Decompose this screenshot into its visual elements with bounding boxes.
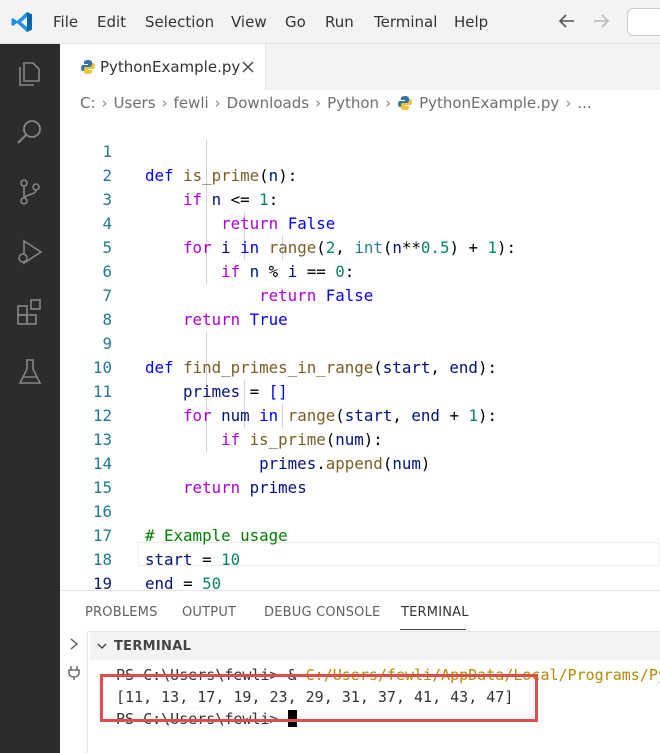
menu-selection[interactable]: Selection — [145, 13, 214, 31]
code-line: 6 return False — [60, 236, 660, 305]
chevron-right-icon: › — [385, 94, 392, 112]
tab-output[interactable]: OUTPUT — [182, 605, 236, 620]
breadcrumb: C: › Users › fewli › Downloads › Python … — [80, 92, 592, 114]
code-line: 9 def find_primes_in_range(start, end): — [60, 308, 660, 377]
code-line: 12 if is_prime(num): — [60, 380, 660, 449]
breadcrumb-drive[interactable]: C: — [80, 94, 96, 112]
tab-problems[interactable]: PROBLEMS — [85, 605, 158, 620]
breadcrumb-downloads[interactable]: Downloads — [227, 94, 309, 112]
python-file-icon — [81, 60, 95, 74]
terminal-section-header[interactable]: TERMINAL — [90, 632, 660, 660]
code-line: 8 — [60, 284, 660, 329]
plug-icon[interactable] — [66, 665, 82, 681]
testing-icon[interactable] — [14, 356, 46, 388]
breadcrumb-python[interactable]: Python — [327, 94, 379, 112]
code-line: 1 def is_prime(n): — [60, 116, 660, 185]
chevron-right-icon: › — [315, 94, 322, 112]
breadcrumb-more[interactable]: ... — [577, 94, 591, 112]
code-line: 10 primes = [] — [60, 332, 660, 401]
code-line: 15 — [60, 452, 660, 497]
code-line: 4 for i in range(2, int(n**0.5) + 1): — [60, 188, 660, 257]
output-highlight-annotation — [100, 674, 538, 722]
code-line: 19 print(find_primes_in_range(start, end… — [60, 548, 660, 617]
search-icon[interactable] — [14, 116, 46, 148]
tab-label: PythonExample.py — [100, 58, 241, 76]
chevron-right-icon: › — [565, 94, 572, 112]
forward-arrow-icon[interactable] — [590, 10, 612, 32]
chevron-right-icon: › — [161, 94, 168, 112]
code-line: 13 primes.append(num) — [60, 404, 660, 473]
code-line: 3 return False — [60, 164, 660, 233]
command-center[interactable] — [627, 8, 660, 36]
code-line: 5 if n % i == 0: — [60, 212, 660, 281]
activity-bar — [0, 44, 60, 753]
code-line: 2 if n <= 1: — [60, 140, 660, 209]
extensions-icon[interactable] — [14, 296, 46, 328]
menu-run[interactable]: Run — [325, 13, 354, 31]
python-file-icon — [398, 96, 413, 110]
breadcrumb-fewli[interactable]: fewli — [174, 94, 209, 112]
chevron-right-icon: › — [101, 94, 108, 112]
chevron-down-icon — [97, 643, 107, 649]
chevron-right-icon[interactable] — [68, 637, 80, 651]
vscode-logo-icon — [11, 12, 32, 32]
explorer-icon[interactable] — [14, 58, 46, 90]
editor-tab-bar: PythonExample.py — [60, 44, 660, 90]
title-bar: File Edit Selection View Go Run Terminal… — [0, 0, 660, 44]
code-line: 7 return True — [60, 260, 660, 329]
menu-edit[interactable]: Edit — [97, 13, 126, 31]
back-arrow-icon[interactable] — [556, 10, 578, 32]
code-line: 16 # Example usage — [60, 476, 660, 545]
active-tab-indicator — [400, 629, 466, 630]
tab-python-example[interactable]: PythonExample.py — [60, 44, 266, 90]
terminal-side-strip — [60, 631, 88, 753]
breadcrumb-file[interactable]: PythonExample.py — [419, 94, 559, 112]
menu-go[interactable]: Go — [285, 13, 306, 31]
code-line: 11 for num in range(start, end + 1): — [60, 356, 660, 425]
run-debug-icon[interactable] — [14, 236, 46, 268]
menu-file[interactable]: File — [53, 13, 78, 31]
menu-terminal[interactable]: Terminal — [374, 13, 437, 31]
tab-terminal[interactable]: TERMINAL — [401, 605, 469, 620]
menu-view[interactable]: View — [231, 13, 267, 31]
code-line: 18 end = 50 — [60, 524, 660, 593]
code-line: 17 start = 10 — [60, 500, 660, 569]
code-editor[interactable]: 1 def is_prime(n): 2 if n <= 1: 3 return… — [60, 116, 660, 617]
close-icon[interactable] — [240, 59, 256, 75]
terminal-section-title: TERMINAL — [114, 639, 192, 654]
tab-debug-console[interactable]: DEBUG CONSOLE — [264, 605, 380, 620]
menu-help[interactable]: Help — [454, 13, 488, 31]
breadcrumb-users[interactable]: Users — [114, 94, 156, 112]
source-control-icon[interactable] — [14, 176, 46, 208]
code-line: 14 return primes — [60, 428, 660, 497]
chevron-right-icon: › — [214, 94, 221, 112]
